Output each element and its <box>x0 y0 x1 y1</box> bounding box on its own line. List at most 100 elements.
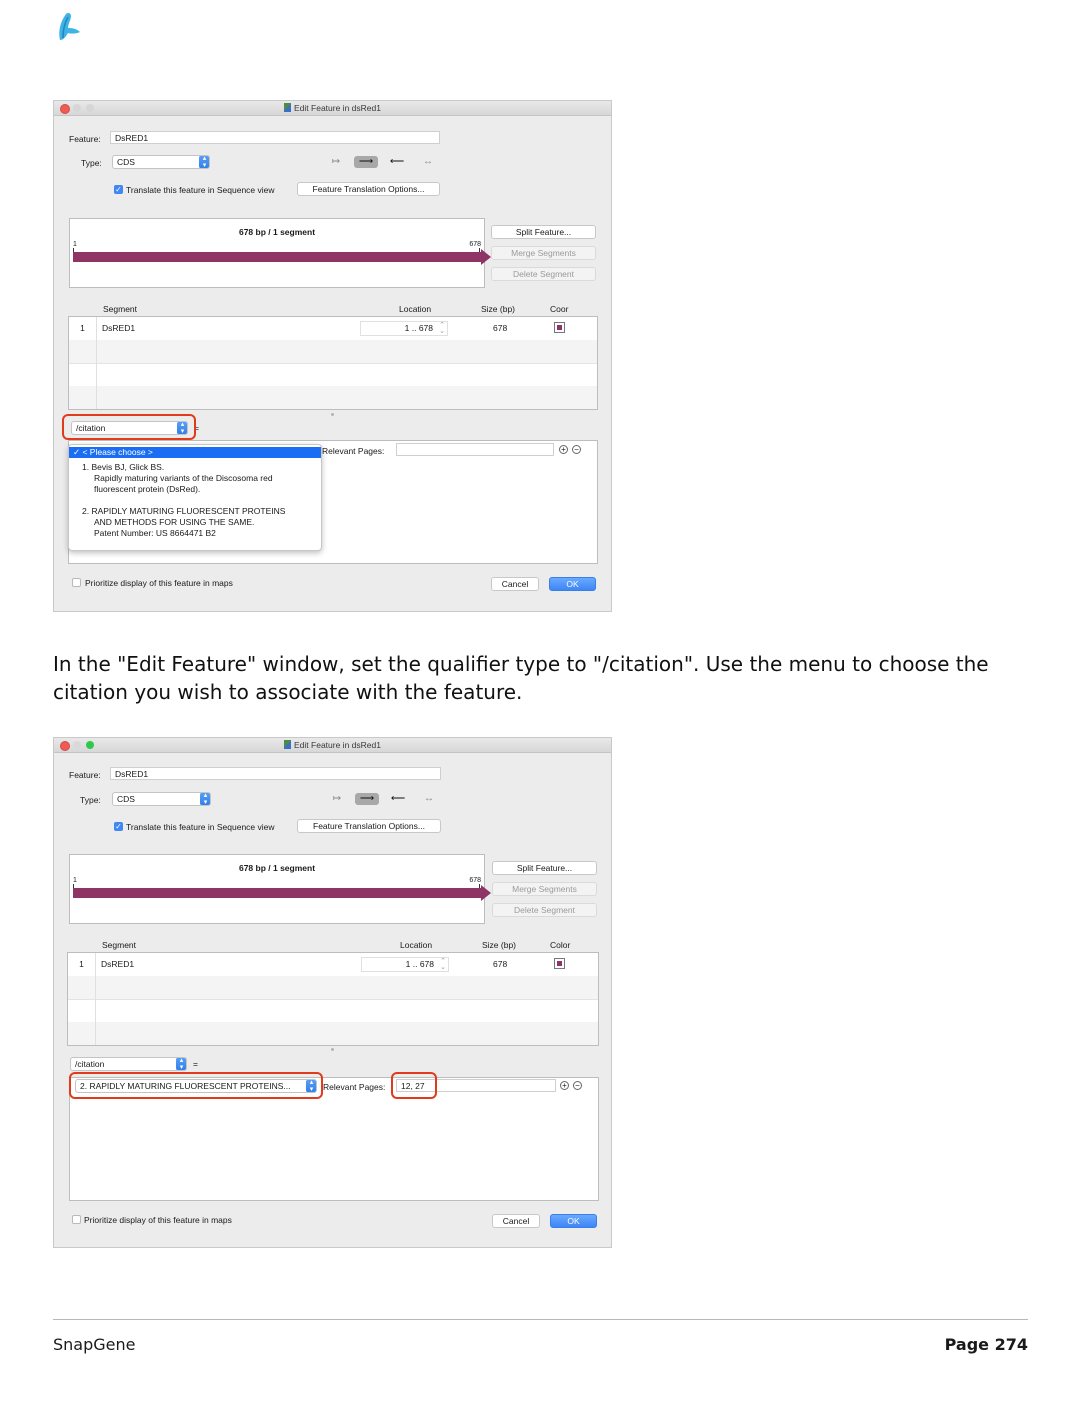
location-column-header: Location <box>400 940 433 950</box>
footer-divider <box>53 1319 1028 1320</box>
equals-sign: = <box>193 1059 198 1069</box>
map-end-label: 678 <box>469 241 481 248</box>
delete-segment-button[interactable]: Delete Segment <box>492 903 597 917</box>
translation-options-button[interactable]: Feature Translation Options... <box>297 182 440 196</box>
feature-map: 678 bp / 1 segment 1 678 <box>69 218 491 288</box>
snapgene-logo-icon <box>59 12 80 40</box>
table-row <box>68 976 598 1000</box>
segment-size: 678 <box>493 959 508 969</box>
menu-item-citation-2-line-3[interactable]: Patent Number: US 8664471 B2 <box>94 528 216 539</box>
segment-color-swatch[interactable] <box>554 958 565 969</box>
bidirectional-arrow-icon[interactable]: ↔ <box>416 156 440 168</box>
map-start-label: 1 <box>73 877 77 884</box>
map-header: 678 bp / 1 segment <box>238 863 316 873</box>
translation-options-button[interactable]: Feature Translation Options... <box>297 819 441 833</box>
ok-button[interactable]: OK <box>549 577 596 591</box>
chevron-updown-icon: ▴ ▾ <box>176 1058 186 1070</box>
feature-name-field[interactable]: DsRED1 <box>110 131 440 144</box>
cancel-button[interactable]: Cancel <box>491 577 539 591</box>
feature-arrow-bar[interactable] <box>73 252 481 262</box>
translate-label: Translate this feature in Sequence view <box>126 185 275 195</box>
highlight-relevant-pages <box>391 1072 437 1099</box>
split-handle[interactable] <box>331 1048 334 1051</box>
feature-label: Feature: <box>69 770 101 780</box>
segment-column-header: Segment <box>102 940 137 950</box>
menu-item-citation-1[interactable]: 1. Bevis BJ, Glick BS. <box>82 462 164 473</box>
split-feature-button[interactable]: Split Feature... <box>492 861 597 875</box>
relevant-pages-field[interactable] <box>396 443 554 456</box>
citation-dropdown-menu: ✓ < Please choose > 1. Bevis BJ, Glick B… <box>68 444 322 551</box>
add-icon[interactable]: + <box>559 445 568 454</box>
segment-name: DsRED1 <box>102 323 136 333</box>
title-bar: Edit Feature in dsRed1 <box>54 738 611 753</box>
table-row <box>69 340 597 364</box>
table-row <box>68 1022 598 1045</box>
segment-table: 1 DsRED1 1 .. 678 ⌃ ⌄ 678 <box>67 952 599 1046</box>
segment-index: 1 <box>68 953 96 976</box>
map-end-label: 678 <box>469 877 481 884</box>
edit-feature-window-1: Edit Feature in dsRed1 Feature: DsRED1 T… <box>53 100 612 612</box>
feature-map: 678 bp / 1 segment 1 678 <box>69 854 491 924</box>
feature-file-icon <box>284 103 292 112</box>
translate-label: Translate this feature in Sequence view <box>126 822 275 832</box>
merge-segments-button[interactable]: Merge Segments <box>492 882 597 896</box>
segment-color-swatch[interactable] <box>554 322 565 333</box>
footer-product-name: SnapGene <box>53 1335 136 1354</box>
qualifier-type-select[interactable]: /citation ▴ ▾ <box>70 1057 187 1071</box>
delete-segment-button[interactable]: Delete Segment <box>491 267 596 281</box>
table-row <box>69 386 597 409</box>
feature-file-icon <box>284 740 292 749</box>
segment-column-header: Segment <box>103 304 138 314</box>
cancel-button[interactable]: Cancel <box>492 1214 540 1228</box>
segment-index: 1 <box>69 317 97 340</box>
add-icon[interactable]: + <box>560 1081 569 1090</box>
type-label: Type: <box>80 795 101 805</box>
type-select[interactable]: CDS ▴ ▾ <box>112 792 211 806</box>
prioritize-label: Prioritize display of this feature in ma… <box>85 578 233 588</box>
table-row[interactable]: 1 DsRED1 1 .. 678 ⌃ ⌄ 678 <box>68 953 598 977</box>
title-bar: Edit Feature in dsRed1 <box>54 101 611 116</box>
merge-segments-button[interactable]: Merge Segments <box>491 246 596 260</box>
forward-arrow-icon[interactable]: ⟶ <box>355 793 379 805</box>
feature-arrow-head <box>481 249 491 265</box>
reverse-arrow-icon[interactable]: ⟵ <box>385 156 409 168</box>
window-title: Edit Feature in dsRed1 <box>54 740 611 750</box>
menu-item-please-choose[interactable]: ✓ < Please choose > <box>69 447 321 458</box>
menu-item-citation-1-line-2[interactable]: Rapidly maturing variants of the Discoso… <box>94 473 273 484</box>
table-row[interactable]: 1 DsRED1 1 .. 678 ⌃ ⌄ 678 <box>69 317 597 341</box>
no-direction-icon[interactable]: ↦ <box>324 156 348 168</box>
segment-location-field[interactable]: 1 .. 678 ⌃ ⌄ <box>360 321 448 336</box>
feature-name-field[interactable]: DsRED1 <box>110 767 441 780</box>
menu-item-citation-2[interactable]: 2. RAPIDLY MATURING FLUORESCENT PROTEINS <box>82 506 285 517</box>
remove-icon[interactable]: − <box>573 1081 582 1090</box>
table-row <box>68 999 598 1023</box>
split-feature-button[interactable]: Split Feature... <box>491 225 596 239</box>
translate-checkbox[interactable]: ✓ <box>114 185 123 194</box>
ok-button[interactable]: OK <box>550 1214 597 1228</box>
relevant-pages-label: Relevant Pages: <box>322 446 385 456</box>
prioritize-checkbox[interactable] <box>72 578 81 587</box>
color-column-header: Coor <box>550 304 569 314</box>
stepper-icon[interactable]: ⌃ ⌄ <box>440 958 446 971</box>
forward-arrow-icon[interactable]: ⟶ <box>354 156 378 168</box>
segment-location-value: 1 .. 678 <box>405 959 434 969</box>
reverse-arrow-icon[interactable]: ⟵ <box>386 793 410 805</box>
remove-icon[interactable]: − <box>572 445 581 454</box>
split-handle[interactable] <box>331 413 334 416</box>
feature-arrow-bar[interactable] <box>73 888 481 898</box>
segment-location-field[interactable]: 1 .. 678 ⌃ ⌄ <box>361 957 449 972</box>
direction-toggle: ↦ ⟶ ⟵ ↔ <box>325 793 443 805</box>
bidirectional-arrow-icon[interactable]: ↔ <box>417 793 441 805</box>
location-column-header: Location <box>399 304 432 314</box>
translate-checkbox[interactable]: ✓ <box>114 822 123 831</box>
window-title: Edit Feature in dsRed1 <box>54 103 611 113</box>
prioritize-label: Prioritize display of this feature in ma… <box>84 1215 232 1225</box>
no-direction-icon[interactable]: ↦ <box>325 793 349 805</box>
type-select[interactable]: CDS ▴ ▾ <box>112 155 210 169</box>
prioritize-checkbox[interactable] <box>72 1215 81 1224</box>
highlight-citation <box>69 1072 323 1099</box>
menu-item-citation-1-line-3[interactable]: fluorescent protein (DsRed). <box>94 484 200 495</box>
stepper-icon[interactable]: ⌃ ⌄ <box>439 322 445 335</box>
segment-table: 1 DsRED1 1 .. 678 ⌃ ⌄ 678 <box>68 316 598 410</box>
menu-item-citation-2-line-2[interactable]: AND METHODS FOR USING THE SAME. <box>94 517 254 528</box>
